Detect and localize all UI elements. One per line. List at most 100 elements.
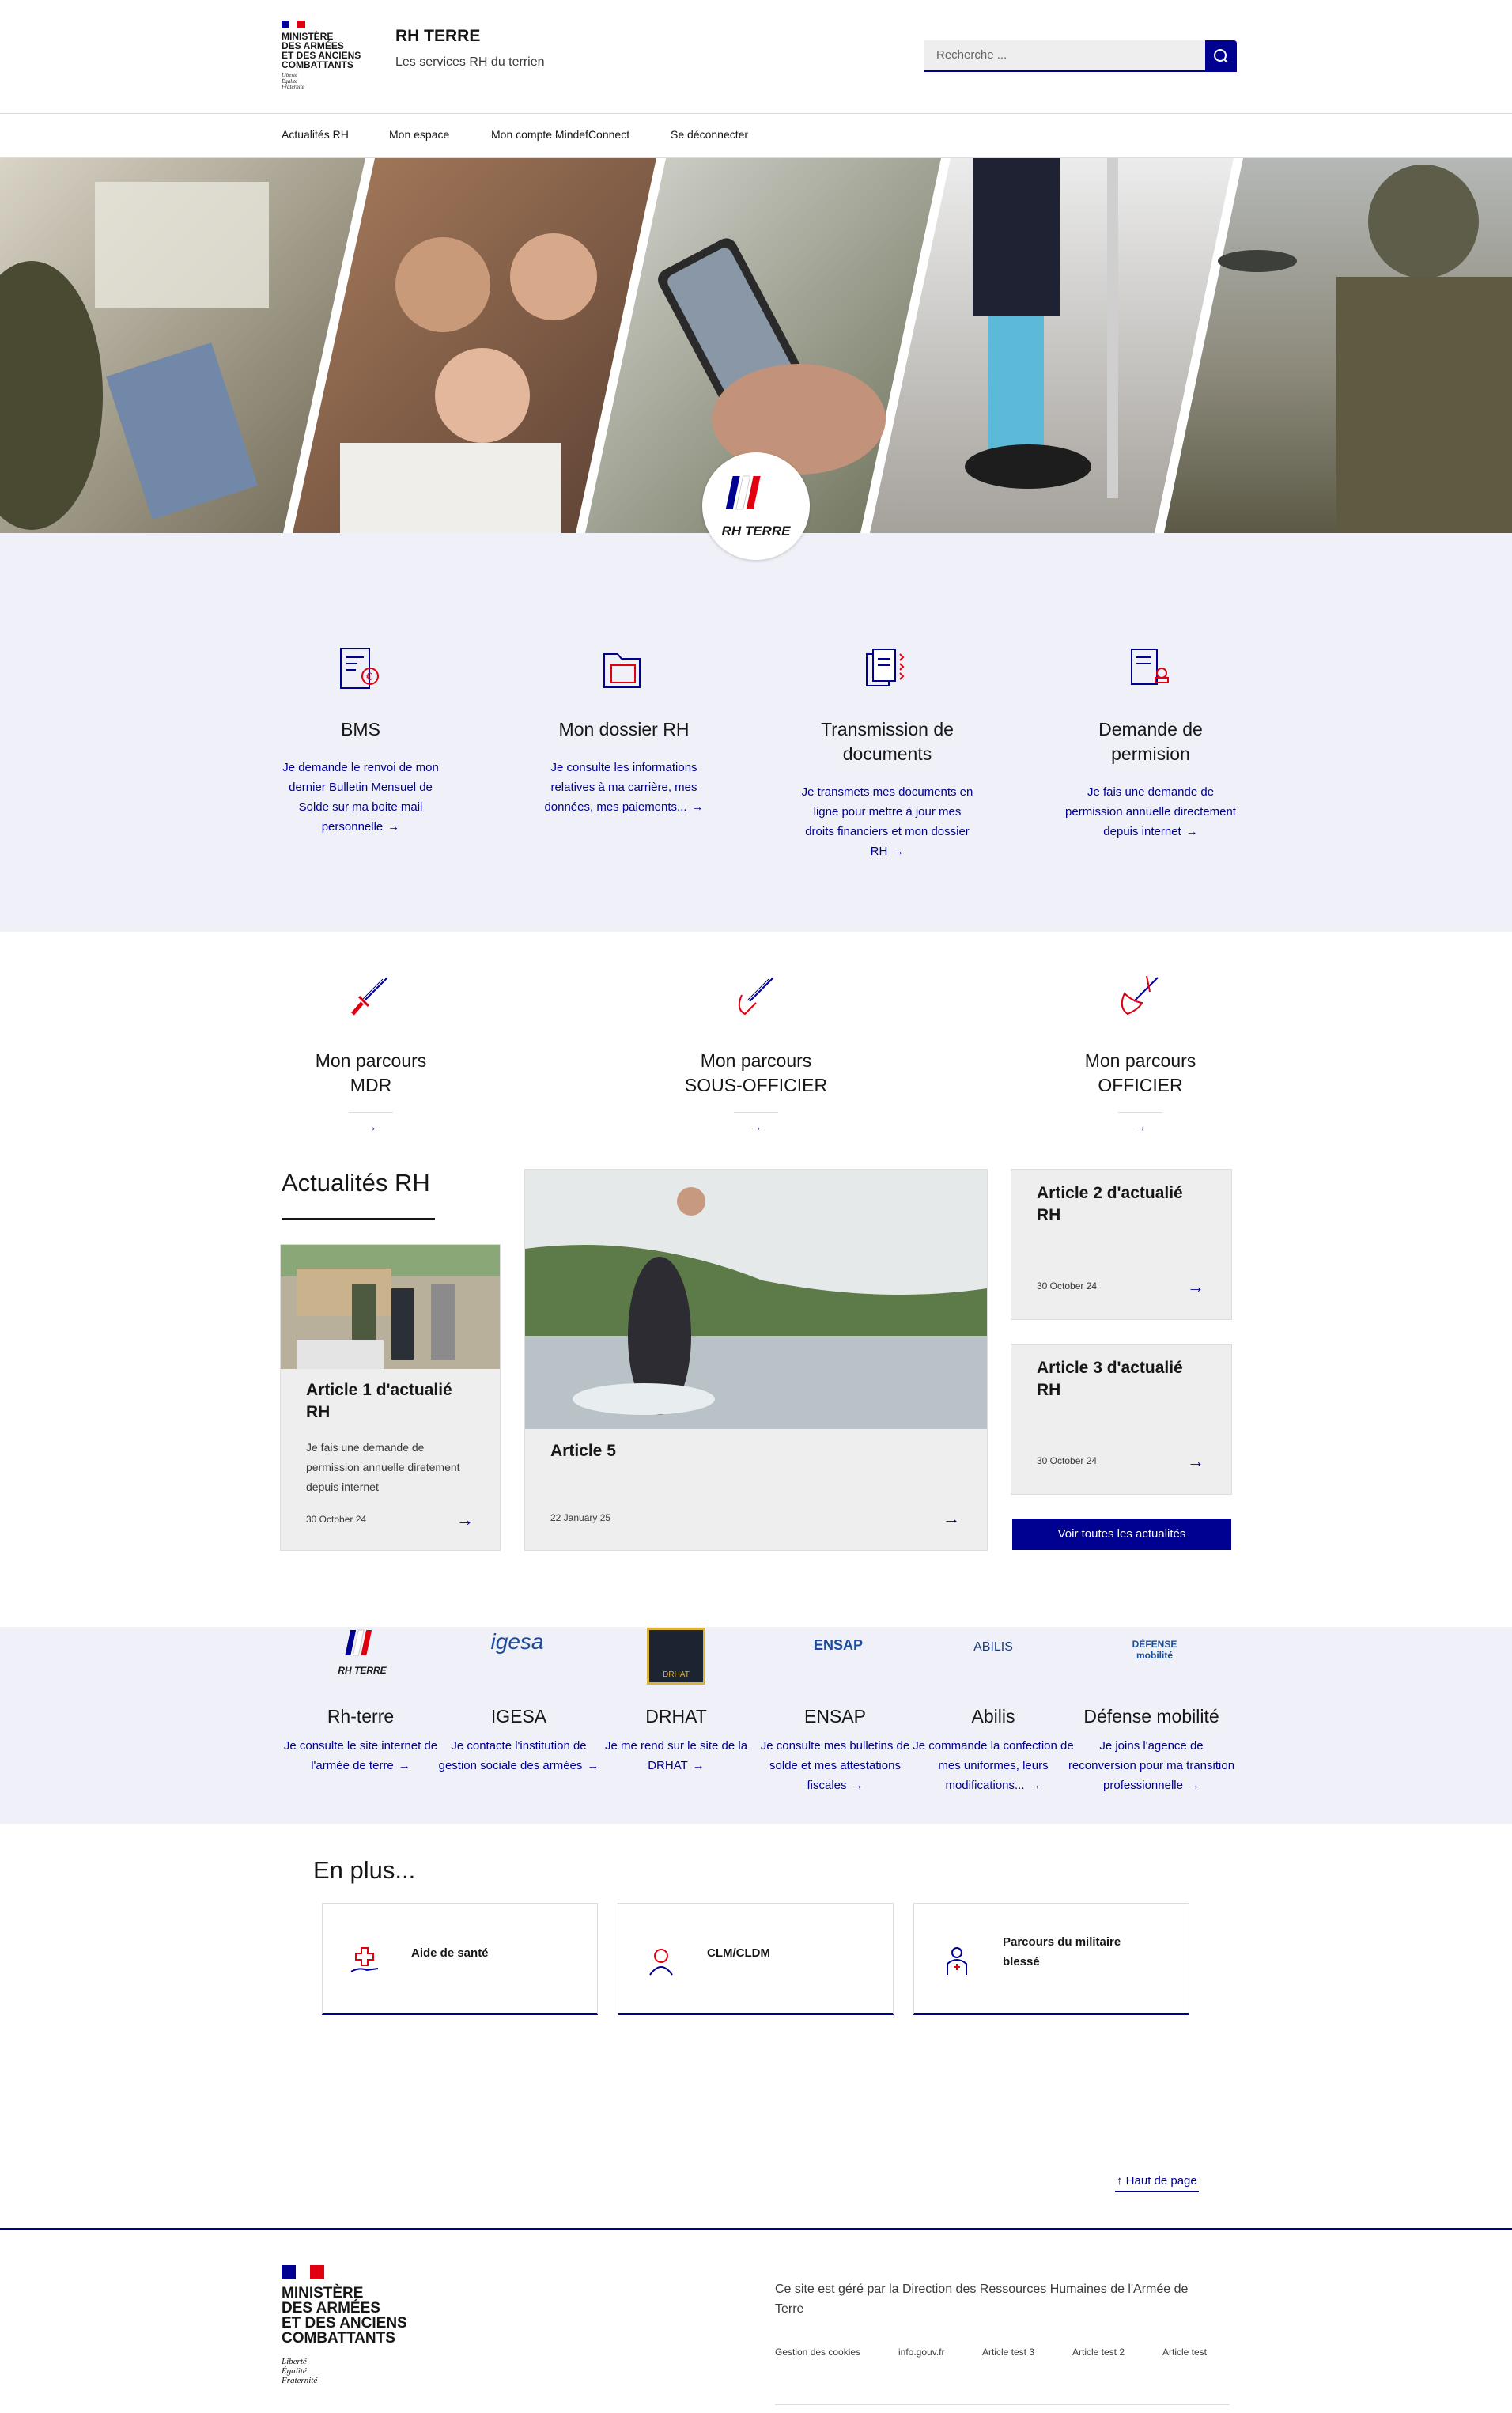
parcours-sous-officier[interactable]: Mon parcours SOUS-OFFICIER →: [653, 1049, 859, 1135]
site-header: Ministère des Armées et des Anciens Comb…: [0, 0, 1512, 114]
partner-defense-mobilite[interactable]: Défense mobilité Je joins l'agence de re…: [1065, 1704, 1238, 1795]
drhat-logo: DRHAT: [647, 1628, 705, 1685]
nav-item-deconnexion[interactable]: Se déconnecter: [671, 128, 748, 141]
service-desc: Je consulte les informations relatives à…: [544, 761, 697, 814]
en-plus-parcours-blesse[interactable]: Parcours du militaire blessé: [913, 1903, 1189, 2015]
main-nav: Actualités RH Mon espace Mon compte Mind…: [0, 114, 1512, 158]
parcours-officier[interactable]: Mon parcours OFFICIER →: [1038, 1049, 1243, 1135]
partner-drhat[interactable]: DRHAT Je me rend sur le site de la DRHAT…: [590, 1704, 762, 1776]
service-title: Demande de permision: [1098, 719, 1203, 764]
news-card-2[interactable]: Article 2 d'actualié RH 30 October 24 →: [1011, 1169, 1232, 1320]
partner-desc: Je consulte mes bulletins de solde et me…: [760, 1739, 910, 1792]
arrow-right-icon: →: [734, 1112, 778, 1135]
service-transmission[interactable]: Transmission de documents Je transmets m…: [800, 717, 974, 861]
site-title[interactable]: RH TERRE: [395, 27, 480, 46]
services-section: [0, 565, 1512, 932]
news-title-underline: [282, 1218, 435, 1220]
partner-desc: Je commande la confection de mes uniform…: [913, 1739, 1074, 1792]
arrow-right-icon: →: [1185, 825, 1198, 838]
nav-item-actualites[interactable]: Actualités RH: [282, 128, 349, 141]
partner-igesa[interactable]: IGESA Je contacte l'institution de gesti…: [433, 1704, 605, 1776]
igesa-logo: igesa: [490, 1629, 544, 1654]
partner-logo-text: RH TERRE: [338, 1665, 387, 1676]
see-all-news-button[interactable]: Voir toutes les actualités: [1012, 1519, 1231, 1550]
nav-item-mon-espace[interactable]: Mon espace: [389, 128, 449, 141]
folder-icon: [603, 653, 641, 688]
arrow-right-icon: →: [387, 820, 400, 834]
rh-terre-logo: RH TERRE: [702, 452, 810, 560]
news-card-desc: Je fais une demande de permission annuel…: [306, 1441, 460, 1493]
en-plus-aide-sante[interactable]: Aide de santé: [322, 1903, 598, 2015]
dagger-icon: [351, 977, 388, 1016]
wounded-soldier-icon: [947, 1947, 967, 1975]
en-plus-clm-cldm[interactable]: CLM/CLDM: [618, 1903, 894, 2015]
partner-abilis[interactable]: Abilis Je commande la confection de mes …: [907, 1704, 1079, 1795]
news-card-title: Article 5: [550, 1442, 616, 1460]
arrow-right-icon: →: [943, 1508, 960, 1528]
service-desc: Je transmets mes documents en ligne pour…: [801, 785, 973, 858]
search-icon: [1214, 49, 1228, 63]
marianne-flag-icon: [282, 2265, 324, 2279]
footer-ministry-name[interactable]: Ministère des Armées et des Anciens Comb…: [282, 2286, 407, 2346]
partner-logo-text: DRHAT: [663, 1670, 690, 1679]
footer-link-cookies[interactable]: Gestion des cookies: [775, 2347, 860, 2358]
svg-text:€: €: [366, 670, 372, 683]
service-dossier-rh[interactable]: Mon dossier RH Je consulte les informati…: [537, 717, 711, 817]
officer-sword-icon: [1121, 975, 1159, 1016]
arrow-right-icon: →: [456, 1510, 474, 1530]
partner-name: Abilis: [971, 1706, 1015, 1727]
news-card-title: Article 2 d'actualié RH: [1037, 1184, 1183, 1224]
arrow-right-icon: →: [398, 1759, 410, 1772]
news-card-date: 30 October 24: [306, 1514, 367, 1525]
en-plus-label: Parcours du militaire blessé: [1003, 1935, 1121, 1969]
arrow-right-icon: →: [1187, 1779, 1200, 1792]
partner-name: Rh-terre: [327, 1706, 395, 1727]
arrow-right-icon: →: [1187, 1451, 1204, 1471]
parcours-line1: Mon parcours: [315, 1050, 427, 1071]
footer-description: Ce site est géré par la Direction des Re…: [775, 2283, 1189, 2316]
person-icon: [649, 1949, 673, 1976]
news-card-1[interactable]: Article 1 d'actualié RH Je fais une dema…: [280, 1244, 501, 1551]
partner-rh-terre[interactable]: Rh-terre Je consulte le site internet de…: [274, 1704, 447, 1776]
back-to-top-link[interactable]: ↑ Haut de page: [1115, 2174, 1199, 2192]
parcours-line1: Mon parcours: [700, 1050, 812, 1071]
arrow-right-icon: →: [692, 1759, 705, 1772]
partner-desc: Je joins l'agence de reconversion pour m…: [1068, 1739, 1235, 1792]
parcours-line2: OFFICIER: [1098, 1075, 1183, 1095]
news-card-image: [525, 1170, 987, 1429]
rh-terre-logo-text: RH TERRE: [721, 524, 791, 539]
footer-link-article-test[interactable]: Article test: [1162, 2347, 1207, 2358]
rh-terre-partner-logo: RH TERRE: [331, 1627, 394, 1682]
partner-desc: Je me rend sur le site de la DRHAT: [604, 1739, 748, 1772]
footer-link-info-gouv[interactable]: info.gouv.fr: [898, 2347, 944, 2358]
stamped-document-icon: [1131, 649, 1169, 685]
footer-divider: [775, 2404, 1230, 2405]
arrow-right-icon: →: [1187, 1276, 1204, 1296]
parcours-line2: SOUS-OFFICIER: [684, 1075, 828, 1095]
service-permission[interactable]: Demande de permision Je fais une demande…: [1064, 717, 1238, 842]
news-card-image: [281, 1245, 500, 1369]
footer-link-article-test-3[interactable]: Article test 3: [982, 2347, 1034, 2358]
service-bms[interactable]: BMS Je demande le renvoi de mon dernier …: [274, 717, 448, 837]
news-card-5[interactable]: Article 5 22 January 25 →: [524, 1169, 988, 1551]
payslip-euro-icon: €: [340, 648, 379, 689]
partner-desc: Je consulte le site internet de l'armée …: [283, 1739, 438, 1772]
search-button[interactable]: [1205, 40, 1237, 72]
documents-transfer-icon: [866, 649, 905, 686]
defense-mobilite-logo: DÉFENSE mobilité: [1132, 1639, 1177, 1661]
footer-link-article-test-2[interactable]: Article test 2: [1072, 2347, 1125, 2358]
ministry-name[interactable]: Ministère des Armées et des Anciens Comb…: [282, 32, 361, 70]
back-to-top-label: Haut de page: [1125, 2174, 1197, 2188]
search-input[interactable]: Recherche ...: [924, 40, 1237, 72]
abilis-logo: ABILIS: [973, 1640, 1013, 1654]
arrow-right-icon: →: [349, 1112, 393, 1135]
health-hand-icon: [350, 1947, 379, 1972]
parcours-line1: Mon parcours: [1084, 1050, 1196, 1071]
partner-ensap[interactable]: ENSAP Je consulte mes bulletins de solde…: [749, 1704, 921, 1795]
arrow-right-icon: →: [892, 845, 905, 858]
nav-item-mindefconnect[interactable]: Mon compte MindefConnect: [491, 128, 629, 141]
parcours-mdr[interactable]: Mon parcours MDR →: [268, 1049, 474, 1135]
news-card-3[interactable]: Article 3 d'actualié RH 30 October 24 →: [1011, 1344, 1232, 1495]
arrow-right-icon: →: [851, 1779, 864, 1792]
arrow-right-icon: →: [691, 800, 704, 814]
